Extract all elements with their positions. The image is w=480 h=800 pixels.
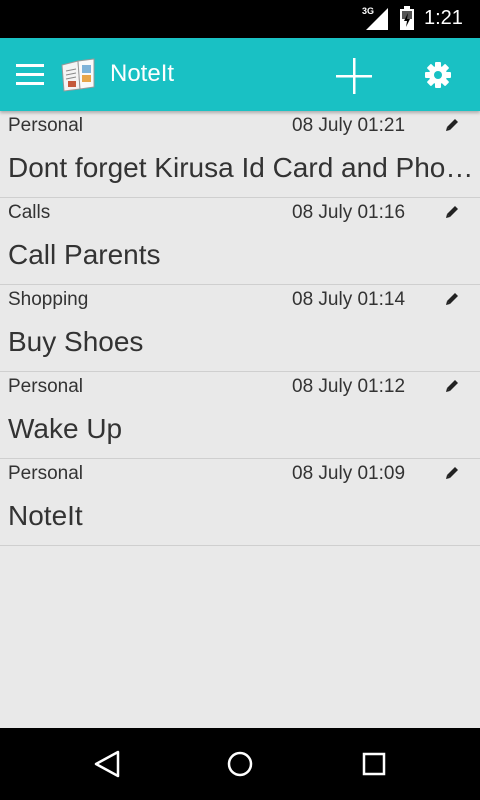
note-title: Buy Shoes: [8, 326, 144, 357]
recents-button[interactable]: [356, 746, 392, 782]
signal-icon: [366, 8, 388, 30]
system-nav-bar: [0, 728, 480, 800]
menu-button[interactable]: [16, 64, 44, 86]
pencil-icon[interactable]: [444, 117, 460, 133]
app-bar: NoteIt: [0, 38, 480, 111]
add-note-button[interactable]: [334, 56, 374, 96]
pencil-icon[interactable]: [444, 204, 460, 220]
note-item[interactable]: Calls 08 July 01:16 Call Parents: [0, 198, 480, 285]
notebook-logo-icon: [61, 58, 95, 92]
note-category: Personal: [8, 463, 83, 484]
status-time: 1:21: [424, 7, 463, 29]
status-bar: 3G 1:21: [0, 0, 480, 38]
note-item[interactable]: Personal 08 July 01:21 Dont forget Kirus…: [0, 111, 480, 198]
note-item[interactable]: Shopping 08 July 01:14 Buy Shoes: [0, 285, 480, 372]
note-date: 08 July 01:21: [292, 115, 406, 136]
note-date: 08 July 01:14: [292, 289, 406, 310]
pencil-icon[interactable]: [444, 378, 460, 394]
battery-icon: [400, 6, 414, 30]
note-category: Calls: [8, 202, 51, 223]
note-title: Dont forget Kirusa Id Card and Phone: [8, 152, 474, 183]
note-date: 08 July 01:12: [292, 376, 406, 397]
hamburger-menu-icon: [16, 64, 44, 67]
note-title: Wake Up: [8, 413, 123, 444]
note-date: 08 July 01:09: [292, 463, 406, 484]
app-title: NoteIt: [110, 60, 175, 87]
note-item[interactable]: Personal 08 July 01:12 Wake Up: [0, 372, 480, 459]
settings-button[interactable]: [422, 59, 454, 91]
note-item[interactable]: Personal 08 July 01:09 NoteIt: [0, 459, 480, 546]
note-category: Personal: [8, 115, 83, 136]
pencil-icon[interactable]: [444, 465, 460, 481]
back-button[interactable]: [90, 746, 126, 782]
note-category: Personal: [8, 376, 83, 397]
pencil-icon[interactable]: [444, 291, 460, 307]
note-date: 08 July 01:16: [292, 202, 406, 223]
note-title: NoteIt: [8, 500, 83, 531]
note-category: Shopping: [8, 289, 89, 310]
note-title: Call Parents: [8, 239, 161, 270]
home-button[interactable]: [222, 746, 258, 782]
note-list: Personal 08 July 01:21 Dont forget Kirus…: [0, 111, 480, 546]
